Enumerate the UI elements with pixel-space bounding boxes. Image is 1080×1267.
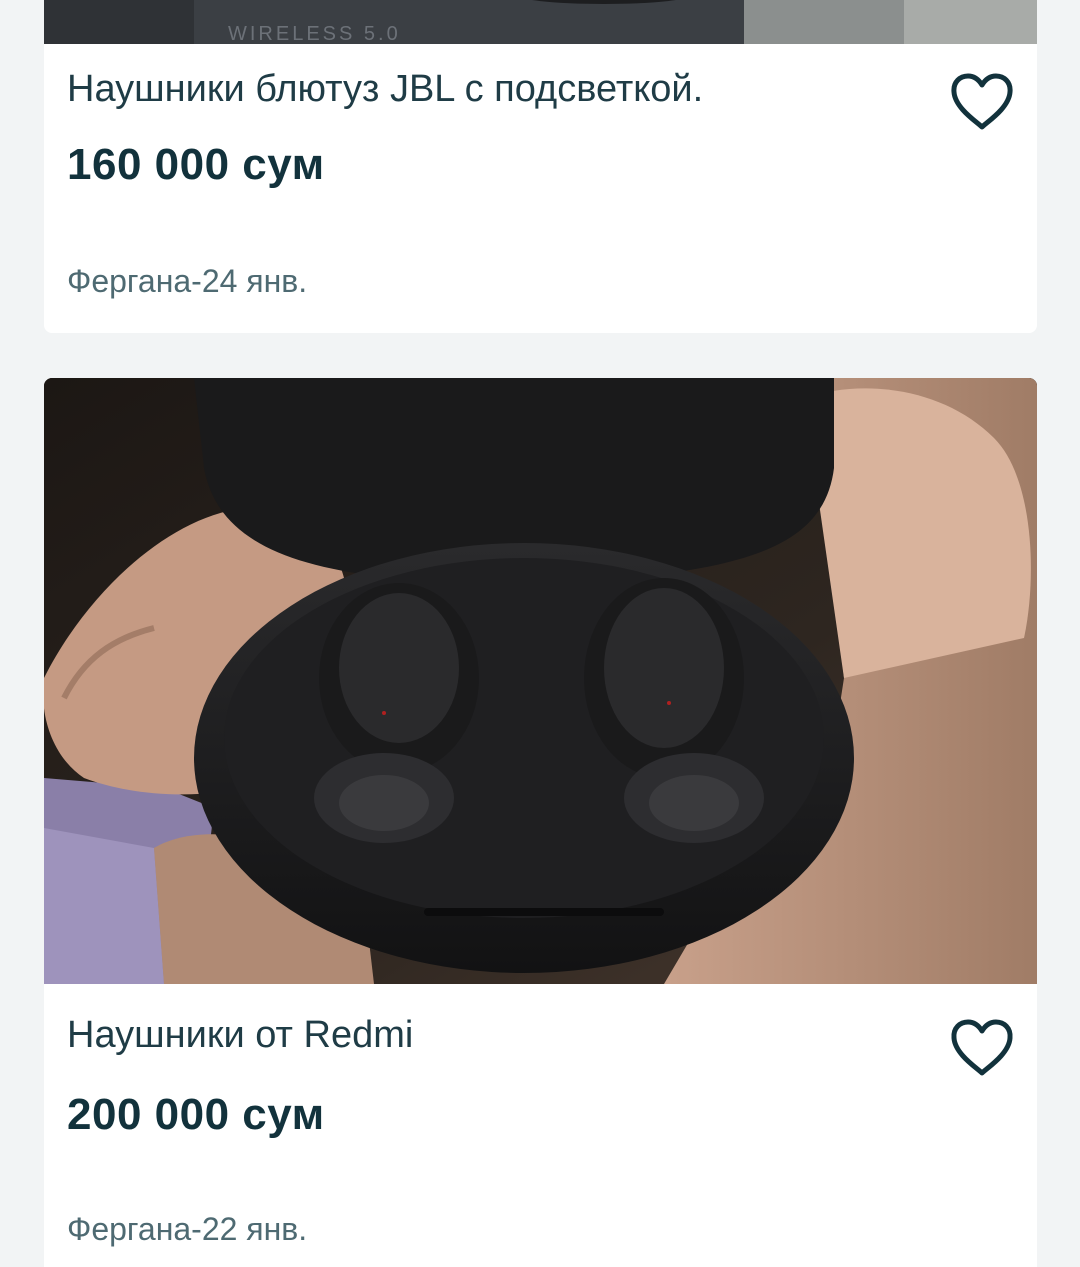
- photo-caption-text: WIRELESS 5.0: [228, 23, 401, 44]
- listing-card[interactable]: WIRELESS 5.0 Наушники блютуз JBL с подсв…: [44, 0, 1037, 333]
- heart-outline-icon: [951, 73, 1013, 130]
- listing-photo-image: [44, 378, 1037, 984]
- listing-photo[interactable]: [44, 378, 1037, 984]
- listing-title[interactable]: Наушники от Redmi: [67, 1014, 927, 1057]
- listing-card[interactable]: Наушники от Redmi 200 000 сум Фергана-22…: [44, 378, 1037, 1267]
- listing-title[interactable]: Наушники блютуз JBL с подсветкой.: [67, 68, 927, 111]
- listings-feed: WIRELESS 5.0 Наушники блютуз JBL с подсв…: [0, 0, 1080, 1267]
- listing-photo-image: WIRELESS 5.0: [44, 0, 1037, 44]
- listing-price: 200 000 сум: [67, 1090, 325, 1139]
- favorite-button[interactable]: [949, 72, 1015, 132]
- listing-location-date: Фергана-24 янв.: [67, 263, 308, 299]
- heart-outline-icon: [951, 1019, 1013, 1076]
- favorite-button[interactable]: [949, 1018, 1015, 1078]
- listing-location-date: Фергана-22 янв.: [67, 1211, 308, 1247]
- listing-price: 160 000 сум: [67, 140, 325, 189]
- listing-photo[interactable]: WIRELESS 5.0: [44, 0, 1037, 44]
